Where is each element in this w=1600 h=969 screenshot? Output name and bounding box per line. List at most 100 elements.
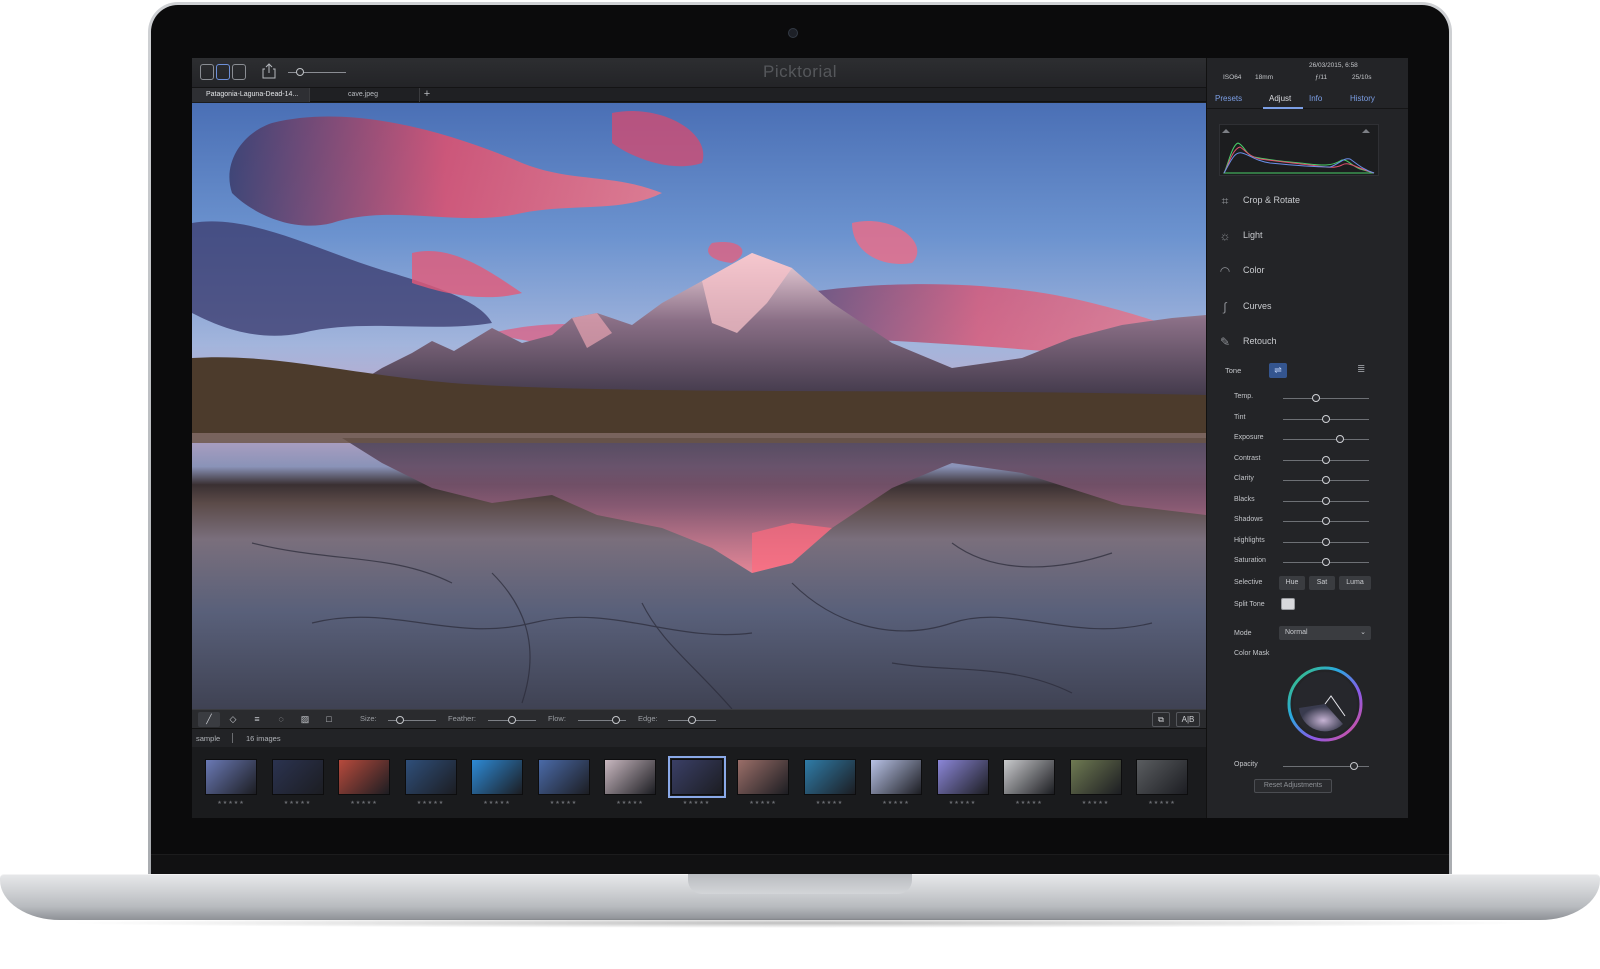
thumbnail-rating[interactable]: ★★★★★ [870, 800, 922, 806]
reset-adjustments-button[interactable]: Reset Adjustments [1254, 779, 1332, 793]
flow-label: Flow: [548, 714, 566, 723]
color-mask-wheel[interactable] [1285, 664, 1365, 744]
thumbnail[interactable] [537, 759, 590, 795]
slider-saturation[interactable]: Saturation [1207, 554, 1408, 570]
slider-knob[interactable] [1322, 496, 1330, 505]
list-icon[interactable]: ≣ [1357, 364, 1365, 375]
camera-icon [788, 28, 798, 38]
size-slider-knob[interactable] [396, 716, 404, 724]
library-separator [232, 733, 233, 743]
thumbnail[interactable] [205, 759, 257, 795]
thumbnail-rating[interactable]: ★★★★★ [1003, 800, 1055, 806]
slider-knob[interactable] [1322, 455, 1330, 464]
thumbnail-rating[interactable]: ★★★★★ [671, 800, 723, 806]
section-curves[interactable]: ∫ Curves [1217, 297, 1397, 317]
photo-canvas[interactable] [192, 103, 1206, 709]
slider-knob[interactable] [1335, 435, 1344, 443]
base-notch [688, 874, 912, 894]
slider-track[interactable] [1283, 398, 1369, 399]
slider-blacks[interactable]: Blacks [1207, 493, 1408, 509]
slider-temp[interactable]: Temp. [1207, 390, 1408, 406]
slider-label: Highlights [1234, 536, 1265, 544]
focal-length: 18mm [1255, 74, 1274, 81]
filmstrip: ★★★★★ ★★★★★ ★★★★★ ★★★★★ ★★★★★ ★★★★★ ★★★★★ ★★★★★… [192, 747, 1206, 818]
mask-tool-icon[interactable]: □ [318, 712, 340, 727]
slider-knob[interactable] [1322, 537, 1330, 546]
tab-presets[interactable]: Presets [1215, 94, 1242, 103]
section-retouch[interactable]: ✎ Retouch [1217, 332, 1397, 352]
compare-icon[interactable]: ⧉ [1152, 712, 1170, 727]
opacity-slider-knob[interactable] [1349, 762, 1358, 770]
fill-tool-icon[interactable]: ▨ [294, 712, 316, 727]
thumbnail-rating[interactable]: ★★★★★ [737, 800, 789, 806]
section-crop-rotate[interactable]: ⌗ Crop & Rotate [1217, 191, 1397, 211]
slider-track[interactable] [1283, 439, 1369, 440]
slider-knob[interactable] [1311, 394, 1320, 402]
thumbnail[interactable] [870, 759, 922, 795]
thumbnail[interactable] [803, 759, 856, 795]
tab-history[interactable]: History [1350, 94, 1375, 103]
thumbnail[interactable] [471, 759, 523, 795]
thumbnail[interactable] [338, 759, 390, 795]
tab-cave[interactable]: cave.jpeg [310, 88, 420, 102]
slider-knob[interactable] [1322, 476, 1330, 484]
thumbnail[interactable] [1003, 759, 1055, 795]
histogram-graph [1222, 129, 1375, 174]
tone-sliders-icon[interactable]: ⇌ [1269, 363, 1287, 378]
section-light[interactable]: ☼ Light [1217, 226, 1397, 246]
thumbnail[interactable] [1136, 759, 1188, 795]
thumbnail-rating[interactable]: ★★★★★ [538, 800, 590, 806]
mode-select[interactable]: Normal ⌄ [1279, 626, 1371, 640]
thumbnail[interactable] [1069, 759, 1122, 795]
flow-slider-knob[interactable] [612, 716, 621, 724]
gradient-tool-icon[interactable]: ≡ [246, 712, 268, 727]
thumbnail-rating[interactable]: ★★★★★ [804, 800, 856, 806]
thumbnail[interactable] [737, 759, 789, 795]
thumbnail-rating[interactable]: ★★★★★ [937, 800, 989, 806]
thumbnail[interactable] [667, 756, 726, 798]
thumbnail-rating[interactable]: ★★★★★ [338, 800, 390, 806]
slider-contrast[interactable]: Contrast [1207, 452, 1408, 468]
aperture-value: ƒ/11 [1315, 74, 1328, 81]
edge-slider-knob[interactable] [688, 716, 696, 724]
tab-adjust[interactable]: Adjust [1269, 94, 1291, 103]
section-color[interactable]: ◠ Color [1217, 261, 1397, 281]
add-tab-button[interactable]: + [420, 88, 434, 102]
tab-patagonia[interactable]: Patagonia-Laguna-Dead-14... [192, 88, 310, 102]
slider-clarity[interactable]: Clarity [1207, 472, 1408, 488]
slider-exposure[interactable]: Exposure [1207, 431, 1408, 447]
radial-tool-icon[interactable]: ◌ [270, 712, 292, 727]
thumbnail[interactable] [404, 759, 457, 795]
slider-tint[interactable]: Tint [1207, 411, 1408, 427]
feather-slider-knob[interactable] [508, 716, 516, 724]
tab-info[interactable]: Info [1309, 94, 1322, 103]
thumbnail-rating[interactable]: ★★★★★ [604, 800, 656, 806]
slider-knob[interactable] [1322, 517, 1330, 525]
slider-knob[interactable] [1322, 558, 1330, 566]
eraser-tool-icon[interactable]: ◇ [222, 712, 244, 727]
thumbnail[interactable] [604, 759, 656, 795]
split-tone-swatch[interactable] [1281, 598, 1295, 610]
thumbnail-rating[interactable]: ★★★★★ [471, 800, 523, 806]
luma-button[interactable]: Luma [1339, 576, 1371, 590]
thumbnail-rating[interactable]: ★★★★★ [405, 800, 457, 806]
thumbnail-rating[interactable]: ★★★★★ [1070, 800, 1122, 806]
slider-label: Tint [1234, 413, 1246, 421]
histogram [1219, 124, 1379, 176]
slider-label: Clarity [1234, 475, 1254, 482]
thumbnail-rating[interactable]: ★★★★★ [205, 800, 257, 806]
thumbnail[interactable] [936, 759, 989, 795]
app-window: Picktorial Patagonia-Laguna-Dead-14... c… [192, 58, 1408, 818]
thumbnail[interactable] [271, 759, 324, 795]
slider-knob[interactable] [1322, 414, 1330, 423]
sat-button[interactable]: Sat [1309, 576, 1335, 590]
brush-tool-icon[interactable]: ╱ [198, 712, 220, 727]
ab-toggle-button[interactable]: A|B [1176, 712, 1200, 727]
slider-shadows[interactable]: Shadows [1207, 513, 1408, 529]
iso-value: ISO64 [1223, 74, 1242, 81]
library-name[interactable]: sample [196, 734, 220, 743]
thumbnail-rating[interactable]: ★★★★★ [1136, 800, 1188, 806]
hue-button[interactable]: Hue [1279, 576, 1305, 590]
thumbnail-rating[interactable]: ★★★★★ [272, 800, 324, 806]
slider-highlights[interactable]: Highlights [1207, 534, 1408, 550]
